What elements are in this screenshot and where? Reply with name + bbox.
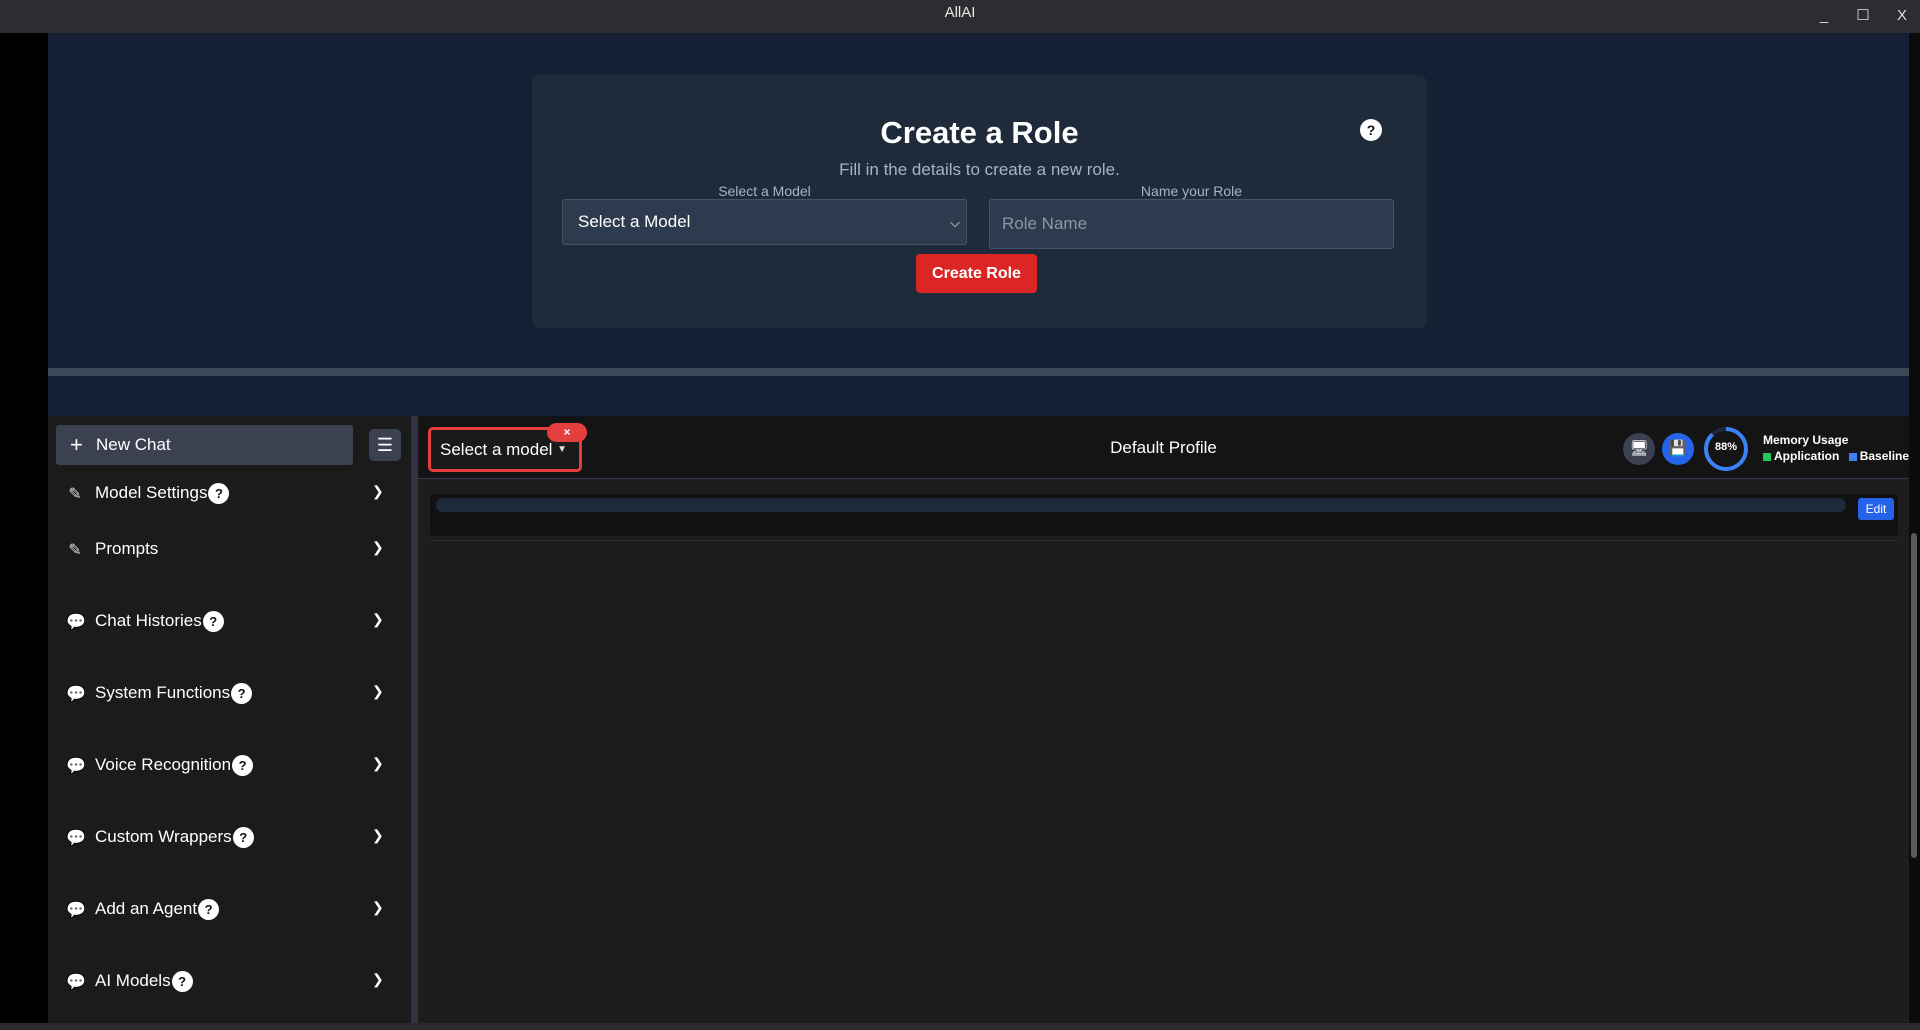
pencil-icon: ✎ <box>68 542 82 559</box>
maximize-button[interactable]: ☐ <box>1845 3 1881 29</box>
help-icon[interactable]: ? <box>232 827 254 849</box>
monitor-icon: 🖥 <box>1629 440 1649 457</box>
chevron-down-icon: ❯ <box>372 827 384 843</box>
help-icon[interactable]: ? <box>202 611 224 633</box>
message-row: Edit <box>430 494 1898 536</box>
sidebar-item-label: AI Models <box>95 971 171 990</box>
sidebar-item-label: System Functions <box>95 683 231 702</box>
chat-bubble-icon: 💬 <box>66 974 86 991</box>
message-content <box>436 498 1846 512</box>
chevron-down-icon: ❯ <box>372 611 384 627</box>
chevron-down-icon: ❯ <box>372 483 384 499</box>
chat-bubble-icon: 💬 <box>66 686 86 703</box>
chat-panel: Select a model ▼ × Default Profile 🖥 💾 8… <box>418 416 1909 1023</box>
save-icon: 💾 <box>1668 440 1688 457</box>
panel-gap <box>48 376 1909 416</box>
application-swatch <box>1763 452 1771 461</box>
close-button[interactable]: X <box>1884 3 1920 29</box>
hamburger-icon: ☰ <box>376 435 394 455</box>
new-chat-button[interactable]: + New Chat <box>56 425 353 465</box>
sidebar-item-label: Voice Recognition <box>95 755 232 774</box>
new-chat-label: New Chat <box>96 435 171 454</box>
baseline-swatch <box>1848 452 1857 461</box>
left-strip <box>0 33 48 1030</box>
bottom-edge <box>0 1023 1920 1030</box>
scrollbar-thumb[interactable] <box>1911 533 1917 858</box>
chat-bubble-icon: 💬 <box>66 902 86 919</box>
role-panel: Create a Role ? Fill in the details to c… <box>48 33 1909 368</box>
memory-usage-title: Memory Usage <box>1763 433 1849 447</box>
sidebar: + New Chat ☰ ✎ Model Settings? ❯ ✎ Promp… <box>48 416 411 1023</box>
sidebar-item-system-functions[interactable]: 💬 System Functions? ❯ <box>48 674 411 714</box>
model-select-label: Select a Model <box>718 183 811 199</box>
help-icon[interactable]: ? <box>231 683 253 705</box>
sidebar-item-model-settings[interactable]: ✎ Model Settings? ❯ <box>48 474 411 514</box>
sidebar-item-custom-wrappers[interactable]: 💬 Custom Wrappers? ❯ <box>48 818 411 858</box>
memory-percent: 88% <box>1714 441 1738 453</box>
chat-bubble-icon: 💬 <box>66 614 86 631</box>
role-name-input[interactable] <box>989 199 1394 249</box>
chevron-down-icon: ❯ <box>372 539 384 555</box>
panel-resize-handle[interactable] <box>48 368 1909 376</box>
pencil-icon: ✎ <box>68 486 82 503</box>
monitor-button[interactable]: 🖥 <box>1623 433 1655 465</box>
chevron-down-icon: ⌵ <box>950 215 960 230</box>
sidebar-item-label: Prompts <box>95 539 159 558</box>
role-model-select-value: Select a Model <box>578 212 691 231</box>
sidebar-item-label: Model Settings <box>95 483 208 502</box>
create-role-card: Create a Role ? Fill in the details to c… <box>532 75 1427 328</box>
scrollbar-track[interactable] <box>1909 33 1920 1030</box>
chat-divider <box>428 540 1900 541</box>
memory-usage-gauge: 88% <box>1703 426 1749 472</box>
create-role-button[interactable]: Create Role <box>916 254 1037 293</box>
legend-application: Application <box>1774 449 1840 463</box>
role-model-select[interactable]: Select a Model ⌵ <box>562 199 967 245</box>
sidebar-item-ai-models[interactable]: 💬 AI Models? ❯ <box>48 962 411 1002</box>
window-titlebar: AllAI _ ☐ X <box>0 0 1920 33</box>
sidebar-item-label: Custom Wrappers <box>95 827 232 846</box>
sidebar-resize-handle[interactable] <box>411 416 418 1023</box>
chat-header: Select a model ▼ × Default Profile 🖥 💾 8… <box>418 416 1909 479</box>
legend-baseline: Baseline <box>1859 449 1910 463</box>
help-icon[interactable]: ? <box>208 483 230 505</box>
help-icon[interactable]: ? <box>232 755 254 777</box>
chat-bubble-icon: 💬 <box>66 830 86 847</box>
chevron-down-icon: ❯ <box>372 899 384 915</box>
help-icon[interactable]: ? <box>1360 119 1382 141</box>
help-icon[interactable]: ? <box>171 971 193 993</box>
plus-icon: + <box>70 432 83 457</box>
create-role-subtitle: Fill in the details to create a new role… <box>839 160 1120 179</box>
save-button[interactable]: 💾 <box>1662 433 1694 465</box>
sidebar-item-prompts[interactable]: ✎ Prompts ❯ <box>48 530 411 570</box>
role-name-label: Name your Role <box>1140 183 1243 199</box>
edit-button[interactable]: Edit <box>1858 498 1894 520</box>
create-role-title: Create a Role <box>880 115 1079 150</box>
minimize-button[interactable]: _ <box>1806 3 1842 29</box>
chevron-down-icon: ❯ <box>372 683 384 699</box>
window-title: AllAI <box>944 4 976 21</box>
help-icon[interactable]: ? <box>198 899 220 921</box>
sidebar-item-label: Chat Histories <box>95 611 202 630</box>
chevron-down-icon: ❯ <box>372 971 384 987</box>
chat-bubble-icon: 💬 <box>66 758 86 775</box>
sidebar-item-voice-recognition[interactable]: 💬 Voice Recognition? ❯ <box>48 746 411 786</box>
menu-button[interactable]: ☰ <box>369 429 401 461</box>
sidebar-item-chat-histories[interactable]: 💬 Chat Histories? ❯ <box>48 602 411 642</box>
memory-legend: Application Baseline <box>1763 449 1909 463</box>
sidebar-item-add-agent[interactable]: 💬 Add an Agent? ❯ <box>48 890 411 930</box>
sidebar-item-label: Add an Agent <box>95 899 198 918</box>
chevron-down-icon: ❯ <box>372 755 384 771</box>
